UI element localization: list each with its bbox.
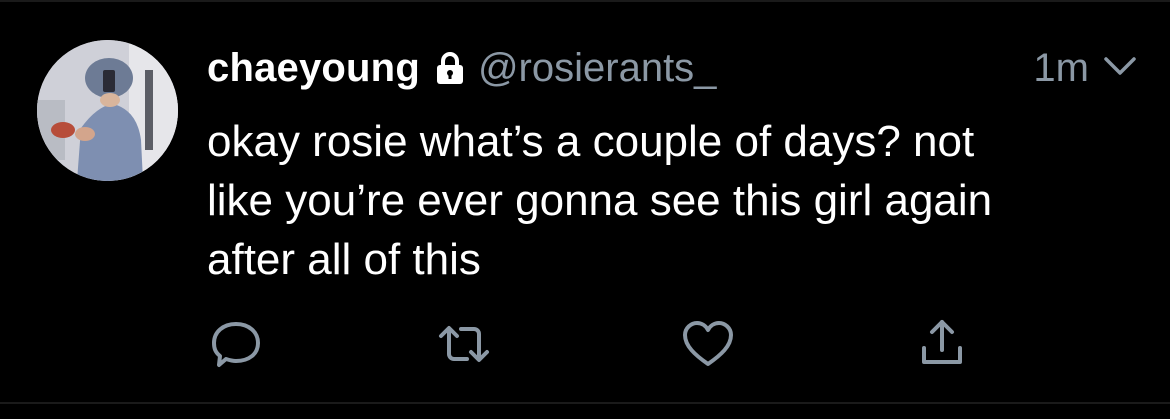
avatar[interactable] <box>37 40 178 181</box>
bottom-divider <box>0 402 1170 404</box>
reply-button[interactable] <box>206 318 266 370</box>
tweet-actions <box>0 318 1170 370</box>
share-button[interactable] <box>912 318 972 370</box>
tweet-header: chaeyoung @rosierants_ 1m <box>207 40 1137 96</box>
retweet-icon <box>435 318 493 370</box>
tweet-text: okay rosie what’s a couple of days? not … <box>207 117 993 284</box>
heart-icon <box>681 320 735 368</box>
lock-icon <box>436 51 464 85</box>
share-icon <box>920 318 964 370</box>
retweet-button[interactable] <box>434 318 494 370</box>
top-divider <box>0 0 1170 2</box>
display-name[interactable]: chaeyoung <box>207 46 420 91</box>
user-handle[interactable]: @rosierants_ <box>478 46 716 91</box>
reply-icon <box>209 318 263 370</box>
chevron-down-icon[interactable] <box>1103 54 1137 78</box>
tweet-timestamp[interactable]: 1m <box>1033 46 1089 91</box>
like-button[interactable] <box>678 318 738 370</box>
